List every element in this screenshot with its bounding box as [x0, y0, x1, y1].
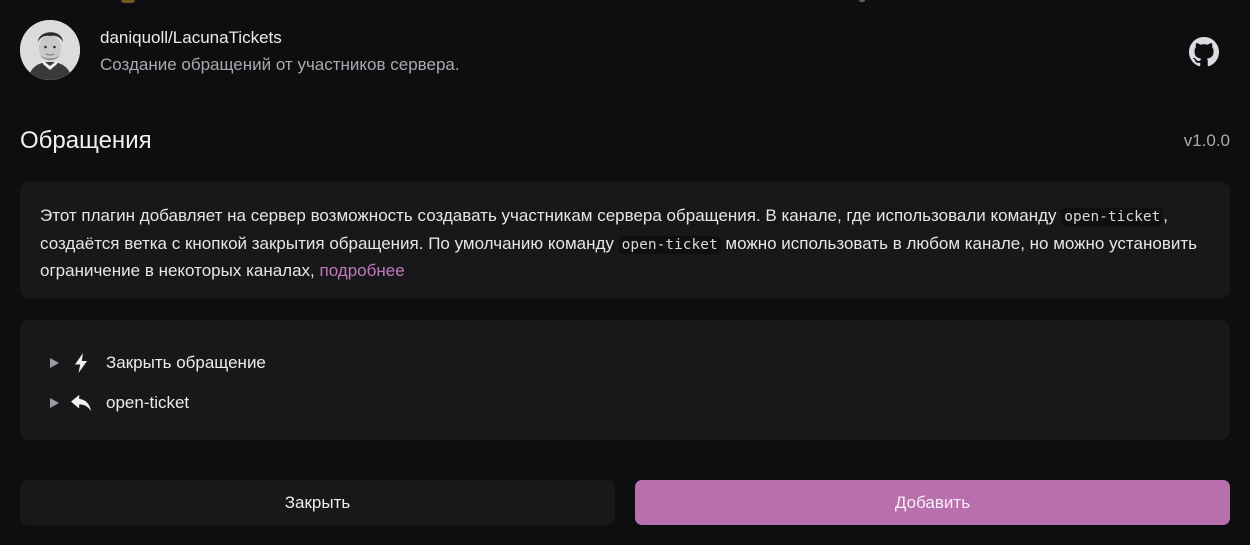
commands-card: Закрыть обращение open-ticket: [20, 320, 1230, 440]
command-label: Закрыть обращение: [106, 353, 266, 372]
more-info-link[interactable]: подробнее: [320, 261, 405, 280]
top-edge-fragment: [121, 0, 135, 3]
top-edge-fragment: [859, 0, 865, 2]
reply-icon: [71, 393, 91, 413]
github-icon: [1189, 37, 1219, 67]
plugin-header: daniquoll/LacunaTickets Создание обращен…: [20, 20, 1230, 82]
command-item[interactable]: open-ticket: [50, 391, 189, 415]
section-title: Обращения: [20, 127, 152, 154]
expand-triangle-icon[interactable]: [50, 358, 59, 368]
close-button[interactable]: Закрыть: [20, 480, 615, 525]
lightning-icon: [71, 353, 91, 373]
plugin-description: Создание обращений от участников сервера…: [100, 55, 460, 74]
add-button[interactable]: Добавить: [635, 480, 1230, 525]
user-avatar-icon: [20, 20, 80, 80]
author-avatar: [20, 20, 80, 80]
description-text: Этот плагин добавляет на сервер возможно…: [40, 206, 1062, 225]
inline-code: open-ticket: [1061, 208, 1164, 226]
inline-code: open-ticket: [618, 235, 721, 254]
description-card: Этот плагин добавляет на сервер возможно…: [20, 181, 1230, 299]
github-link[interactable]: [1188, 36, 1220, 68]
plugin-version: v1.0.0: [1183, 131, 1230, 150]
expand-triangle-icon[interactable]: [50, 398, 59, 408]
repo-name: daniquoll/LacunaTickets: [100, 28, 282, 47]
top-strip: [0, 0, 1250, 3]
command-item[interactable]: Закрыть обращение: [50, 351, 266, 375]
command-label: open-ticket: [106, 393, 190, 412]
